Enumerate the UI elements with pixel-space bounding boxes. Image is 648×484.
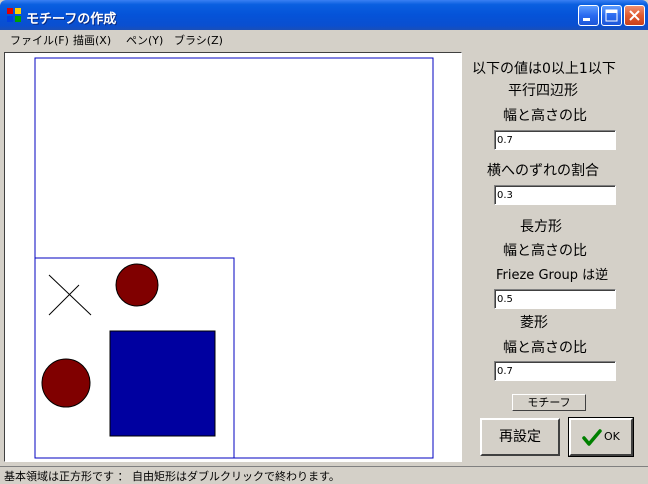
menu-bar: ファイル(F) 描画(X) ペン(Y) ブラシ(Z)	[0, 30, 648, 49]
blue-square	[109, 330, 216, 437]
rectangle-ratio-input[interactable]	[494, 289, 616, 309]
red-circle-top	[115, 263, 159, 307]
minimize-button[interactable]	[578, 5, 599, 26]
reset-button[interactable]: 再設定	[480, 418, 560, 456]
menu-draw[interactable]: 描画(X)	[73, 32, 111, 48]
motif-window: モチーフの作成 ファイル(F) 描画(X) ペン(Y) ブラシ(Z) 以下の値は…	[0, 0, 648, 483]
maximize-icon	[605, 9, 618, 22]
app-icon	[7, 8, 21, 22]
ok-button[interactable]: OK	[568, 417, 634, 457]
close-icon	[629, 10, 640, 21]
range-note-label: 以下の値は0以上1以下	[472, 61, 616, 77]
ratio-label-3: 幅と高さの比	[503, 340, 587, 356]
frieze-note-label: Frieze Group は逆	[496, 268, 609, 283]
parallelogram-ratio-input[interactable]	[494, 130, 616, 150]
rhombus-label: 菱形	[520, 315, 548, 331]
title-bar[interactable]: モチーフの作成	[0, 0, 648, 30]
window-title: モチーフの作成	[26, 12, 117, 27]
parallelogram-label: 平行四辺形	[508, 83, 578, 99]
red-circle-bottom	[41, 358, 91, 408]
ratio-label-1: 幅と高さの比	[503, 108, 587, 124]
close-button[interactable]	[624, 5, 645, 26]
canvas-drawing	[34, 57, 434, 459]
minimize-icon	[583, 18, 590, 21]
menu-file[interactable]: ファイル(F)	[10, 32, 69, 48]
drawing-canvas[interactable]	[4, 52, 462, 462]
ratio-label-2: 幅と高さの比	[503, 243, 587, 259]
menu-pen[interactable]: ペン(Y)	[126, 32, 163, 48]
rectangle-label: 長方形	[520, 219, 562, 235]
status-bar: 基本領域は正方形です ： 自由矩形はダブルクリックで終わります。	[0, 466, 648, 483]
checkmark-icon	[582, 429, 602, 446]
shift-ratio-input[interactable]	[494, 185, 616, 205]
shift-label: 横へのずれの割合	[487, 163, 599, 179]
rhombus-ratio-input[interactable]	[494, 361, 616, 381]
menu-brush[interactable]: ブラシ(Z)	[174, 32, 223, 48]
maximize-button[interactable]	[601, 5, 622, 26]
motif-button[interactable]: モチーフ	[512, 394, 586, 411]
ok-label: OK	[604, 430, 620, 443]
